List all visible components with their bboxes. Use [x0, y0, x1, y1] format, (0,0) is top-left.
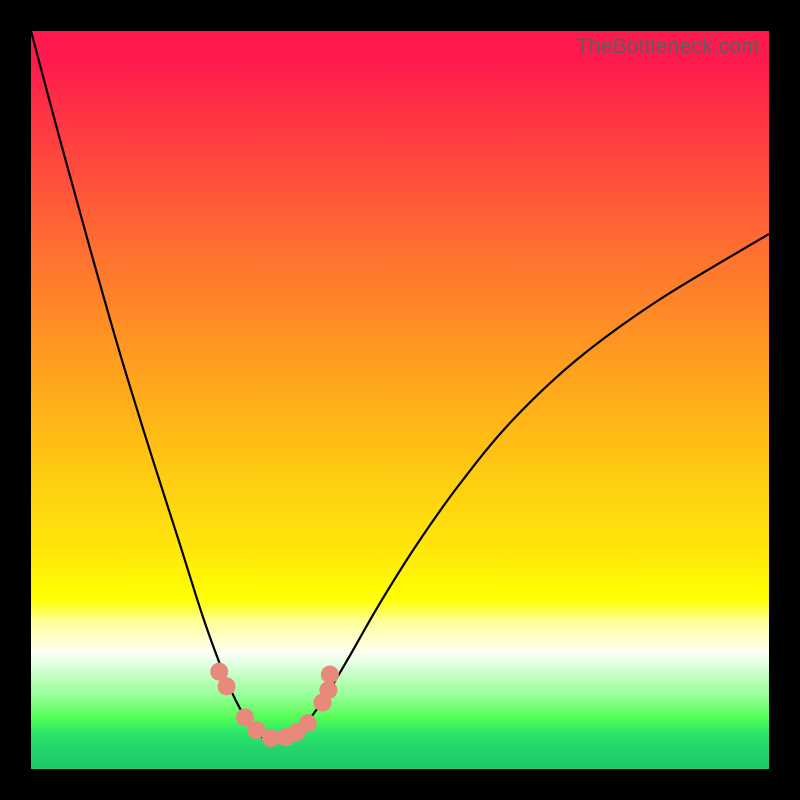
watermark-text: TheBottleneck.com — [576, 35, 759, 59]
plot-area: TheBottleneck.com — [31, 31, 769, 769]
bottleneck-curve — [31, 31, 769, 739]
data-marker — [299, 714, 317, 732]
data-marker — [218, 677, 236, 695]
chart-container: TheBottleneck.com — [0, 0, 800, 800]
chart-svg — [31, 31, 769, 769]
data-marker — [321, 666, 339, 684]
data-marker — [319, 681, 337, 699]
